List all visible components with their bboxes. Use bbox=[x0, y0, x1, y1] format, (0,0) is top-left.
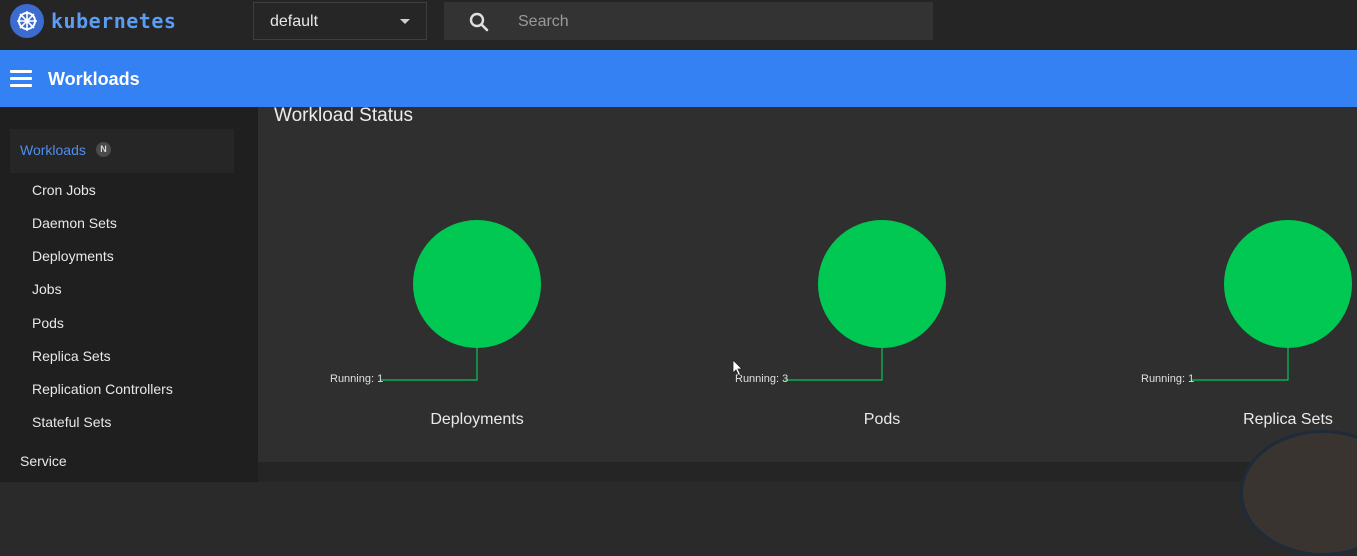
running-callout-line bbox=[380, 348, 478, 381]
content-footer-strip bbox=[258, 462, 1357, 482]
pods-pie bbox=[785, 220, 946, 381]
mouse-cursor-icon bbox=[732, 359, 743, 377]
deployments-pie bbox=[380, 220, 541, 381]
kubernetes-wheel-icon bbox=[10, 4, 44, 38]
sidebar-section-label: Workloads bbox=[20, 142, 86, 158]
replica-sets-pie bbox=[1191, 220, 1352, 381]
namespace-select[interactable]: default bbox=[253, 2, 427, 40]
chart-label: Pods bbox=[863, 411, 901, 428]
pie-slice-running bbox=[818, 220, 946, 348]
hamburger-menu-icon[interactable] bbox=[10, 70, 32, 88]
sidebar-item-replica-sets[interactable]: Replica Sets bbox=[32, 348, 111, 364]
chart-label: Deployments bbox=[430, 411, 524, 428]
top-bar: kubernetes default bbox=[0, 0, 1357, 50]
app-name: kubernetes bbox=[51, 9, 177, 33]
deployments-chart[interactable]: Running: 1 Deployments bbox=[330, 107, 607, 447]
page-header: Workloads bbox=[0, 50, 1357, 107]
pie-slice-running bbox=[413, 220, 541, 348]
sidebar-item-replication-controllers[interactable]: Replication Controllers bbox=[32, 381, 173, 397]
search-input[interactable] bbox=[516, 2, 920, 42]
chevron-down-icon bbox=[400, 19, 410, 24]
sidebar-item-pods[interactable]: Pods bbox=[32, 315, 64, 331]
namespace-badge: N bbox=[96, 142, 111, 157]
sidebar-item-jobs[interactable]: Jobs bbox=[32, 281, 62, 297]
replica-sets-chart[interactable]: Running: 1 Replica Sets bbox=[1141, 107, 1357, 447]
search-icon[interactable] bbox=[468, 11, 490, 38]
sidebar-item-daemon-sets[interactable]: Daemon Sets bbox=[32, 215, 117, 231]
chart-label: Replica Sets bbox=[1243, 411, 1333, 428]
running-callout-line bbox=[1191, 348, 1289, 381]
running-callout-line bbox=[785, 348, 883, 381]
namespace-value: default bbox=[270, 13, 319, 30]
pods-chart[interactable]: Running: 3 Pods bbox=[735, 107, 1012, 447]
sidebar-item-stateful-sets[interactable]: Stateful Sets bbox=[32, 414, 111, 430]
pie-slice-running bbox=[1224, 220, 1352, 348]
sidebar-item-deployments[interactable]: Deployments bbox=[32, 248, 114, 264]
running-label: Running: 1 bbox=[330, 373, 384, 385]
kubernetes-logo[interactable]: kubernetes bbox=[10, 4, 176, 38]
search-bar bbox=[444, 2, 933, 42]
sidebar-item-cron-jobs[interactable]: Cron Jobs bbox=[32, 182, 96, 198]
sidebar: Workloads N Cron Jobs Daemon Sets Deploy… bbox=[0, 107, 258, 482]
running-label: Running: 1 bbox=[1141, 373, 1195, 385]
page-title: Workloads bbox=[48, 69, 140, 89]
sidebar-section-service[interactable]: Service bbox=[20, 453, 67, 469]
sidebar-section-workloads[interactable]: Workloads N bbox=[10, 129, 234, 173]
workload-status-card: Workload Status Running: 1 Deployments R… bbox=[258, 105, 1357, 462]
